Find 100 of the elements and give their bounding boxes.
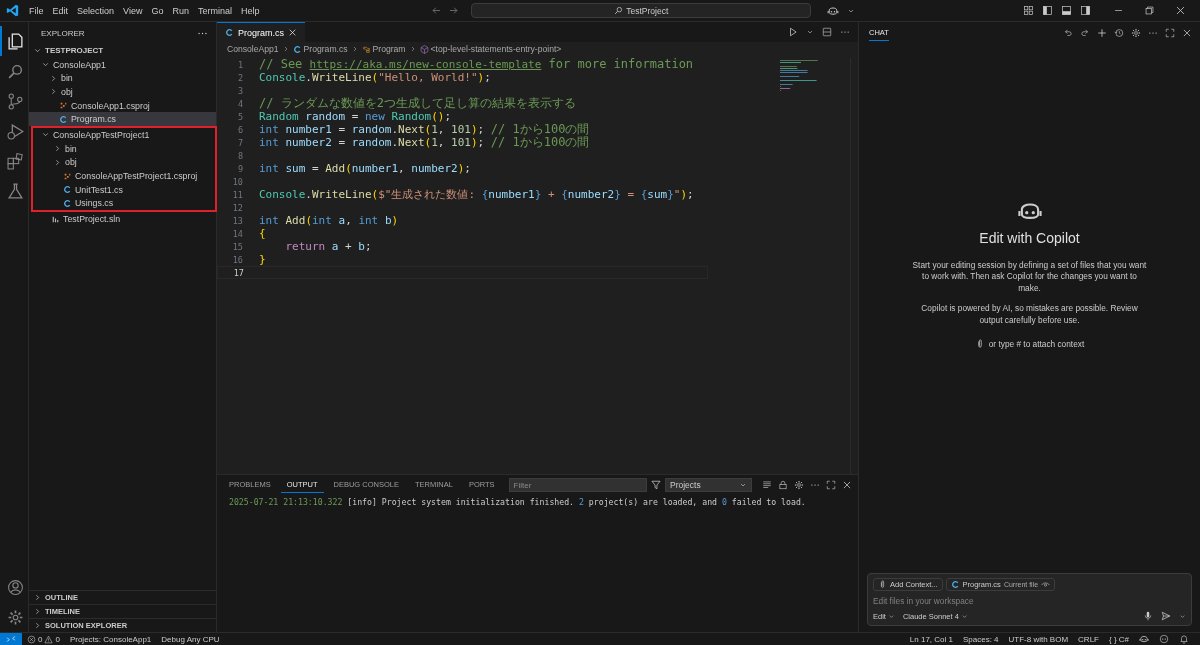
channel-dropdown[interactable]: Projects [664, 478, 752, 492]
error-icon [27, 634, 36, 644]
status-item[interactable]: Projects: ConsoleApp1 [64, 634, 157, 644]
tree-item[interactable]: UnitTest1.cs [33, 182, 215, 197]
code-line: // See https://aka.ms/new-console-template for more information [259, 58, 694, 71]
feedback-icon[interactable] [1159, 634, 1169, 644]
maximize-icon[interactable] [826, 480, 836, 490]
source-control-icon[interactable] [6, 92, 24, 110]
menu-item[interactable]: Go [147, 3, 168, 18]
editor-tab[interactable]: Program.cs [217, 22, 305, 42]
back-arrow-icon[interactable] [431, 5, 443, 16]
status-item[interactable]: Ln 17, Col 1 [904, 634, 958, 644]
tree-item[interactable]: ConsoleAppTestProject1 [33, 128, 215, 142]
chat-input-field[interactable]: Edit files in your workspace [873, 596, 1186, 606]
tree-item[interactable]: ConsoleApp1 [29, 57, 216, 72]
tree-item[interactable]: obj [33, 155, 215, 170]
problems-indicator[interactable]: 0 0 [22, 634, 65, 644]
line-number: 17 [232, 267, 244, 278]
code-line: // ランダムな数値を2つ生成して足し算の結果を表示する [259, 97, 576, 110]
split-editor-icon[interactable] [822, 27, 832, 37]
search-icon[interactable] [6, 62, 24, 80]
tree-item[interactable]: obj [29, 85, 216, 99]
csharp-file-icon [950, 580, 960, 589]
tree-item[interactable]: Program.cs [29, 112, 216, 127]
tree-item[interactable]: ConsoleAppTestProject1.csproj [33, 169, 215, 183]
restore-icon[interactable] [1144, 5, 1155, 16]
caret-icon[interactable] [806, 28, 814, 36]
tree-item[interactable]: bin [29, 71, 216, 86]
microphone-icon[interactable] [1143, 611, 1153, 621]
eye-icon[interactable] [1041, 580, 1051, 589]
filter-icon[interactable] [650, 480, 661, 490]
line-number: 12 [231, 202, 243, 213]
line-number: 16 [231, 254, 243, 265]
settings-icon[interactable] [794, 480, 804, 490]
close-icon[interactable] [1182, 28, 1192, 38]
undo-icon[interactable] [1063, 28, 1073, 38]
tree-item[interactable]: ConsoleApp1.csproj [29, 98, 216, 113]
caret-icon[interactable] [1179, 612, 1186, 620]
menu-item[interactable]: Selection [73, 3, 119, 18]
explorer-icon[interactable] [6, 32, 24, 50]
breadcrumb[interactable]: ConsoleApp1 [227, 44, 279, 54]
line-number: 5 [236, 111, 243, 122]
copilot-icon[interactable] [827, 4, 840, 17]
panel-toggle-icon[interactable] [1061, 5, 1072, 16]
window-title: TestProject [626, 5, 669, 16]
history-icon[interactable] [1114, 28, 1124, 38]
status-item[interactable]: UTF-8 with BOM [1003, 634, 1074, 644]
command-center[interactable]: TestProject [471, 3, 812, 18]
menu-item[interactable]: Edit [48, 3, 73, 18]
settings-icon[interactable] [6, 608, 24, 626]
menu-item[interactable]: Terminal [193, 3, 236, 18]
menu-item[interactable]: Help [236, 3, 264, 18]
extensions-icon[interactable] [6, 152, 24, 170]
line-number: 11 [231, 189, 243, 200]
account-icon[interactable] [6, 578, 24, 596]
chat-paragraph: Copilot is powered by AI, so mistakes are possible. Review output carefully before use. [920, 303, 1139, 327]
filter-field[interactable]: Filter [508, 478, 647, 492]
copilot-icon[interactable] [1139, 634, 1149, 644]
testing-icon[interactable] [6, 182, 24, 200]
tree-item[interactable]: Usings.cs [33, 196, 215, 211]
solution-file-icon [51, 214, 60, 224]
menu-item[interactable]: File [25, 3, 48, 18]
line-number: 8 [236, 150, 243, 161]
status-item[interactable]: CRLF [1073, 634, 1104, 644]
status-item[interactable]: Debug Any CPU [156, 634, 225, 644]
new-chat-icon[interactable] [1097, 28, 1107, 38]
tree-item[interactable]: TestProject.sln [29, 212, 216, 226]
secondary-sidebar-toggle-icon[interactable] [1080, 5, 1091, 16]
line-number: 9 [236, 163, 243, 174]
breadcrumb[interactable]: Program [361, 44, 406, 54]
run-icon[interactable] [788, 27, 798, 37]
line-number: 2 [236, 72, 243, 83]
language-indicator[interactable]: { } C# [1104, 634, 1134, 644]
lock-icon[interactable] [778, 480, 788, 490]
clear-output-icon[interactable] [762, 480, 772, 490]
breadcrumb[interactable]: Program.cs [292, 44, 348, 54]
line-number: 10 [231, 176, 243, 187]
tree-section-header[interactable]: TESTPROJECT [29, 44, 216, 58]
menu-item[interactable]: Run [168, 3, 193, 18]
layout-icon[interactable] [1023, 5, 1034, 16]
redo-icon[interactable] [1080, 28, 1090, 38]
sidebar-title: EXPLORER [41, 28, 85, 38]
forward-arrow-icon[interactable] [448, 5, 460, 16]
send-icon[interactable] [1161, 611, 1171, 621]
breadcrumb[interactable]: <top-level-statements-entry-point> [419, 44, 562, 54]
bell-icon[interactable] [1179, 634, 1189, 644]
close-icon[interactable] [842, 480, 852, 490]
close-icon[interactable] [1175, 5, 1186, 16]
tree-item[interactable]: bin [33, 141, 215, 156]
maximize-icon[interactable] [1165, 28, 1175, 38]
csharp-file-icon [59, 114, 68, 124]
settings-icon[interactable] [1131, 28, 1141, 38]
menu-item[interactable]: View [119, 3, 147, 18]
sidebar-toggle-icon[interactable] [1042, 5, 1053, 16]
run-icon[interactable] [6, 122, 24, 140]
search-icon [614, 6, 624, 15]
line-number: 7 [236, 137, 243, 148]
line-number: 15 [231, 241, 243, 252]
status-item[interactable]: Spaces: 4 [957, 634, 1004, 644]
code-line: Console.WriteLine("Hello, World!"); [259, 71, 491, 84]
